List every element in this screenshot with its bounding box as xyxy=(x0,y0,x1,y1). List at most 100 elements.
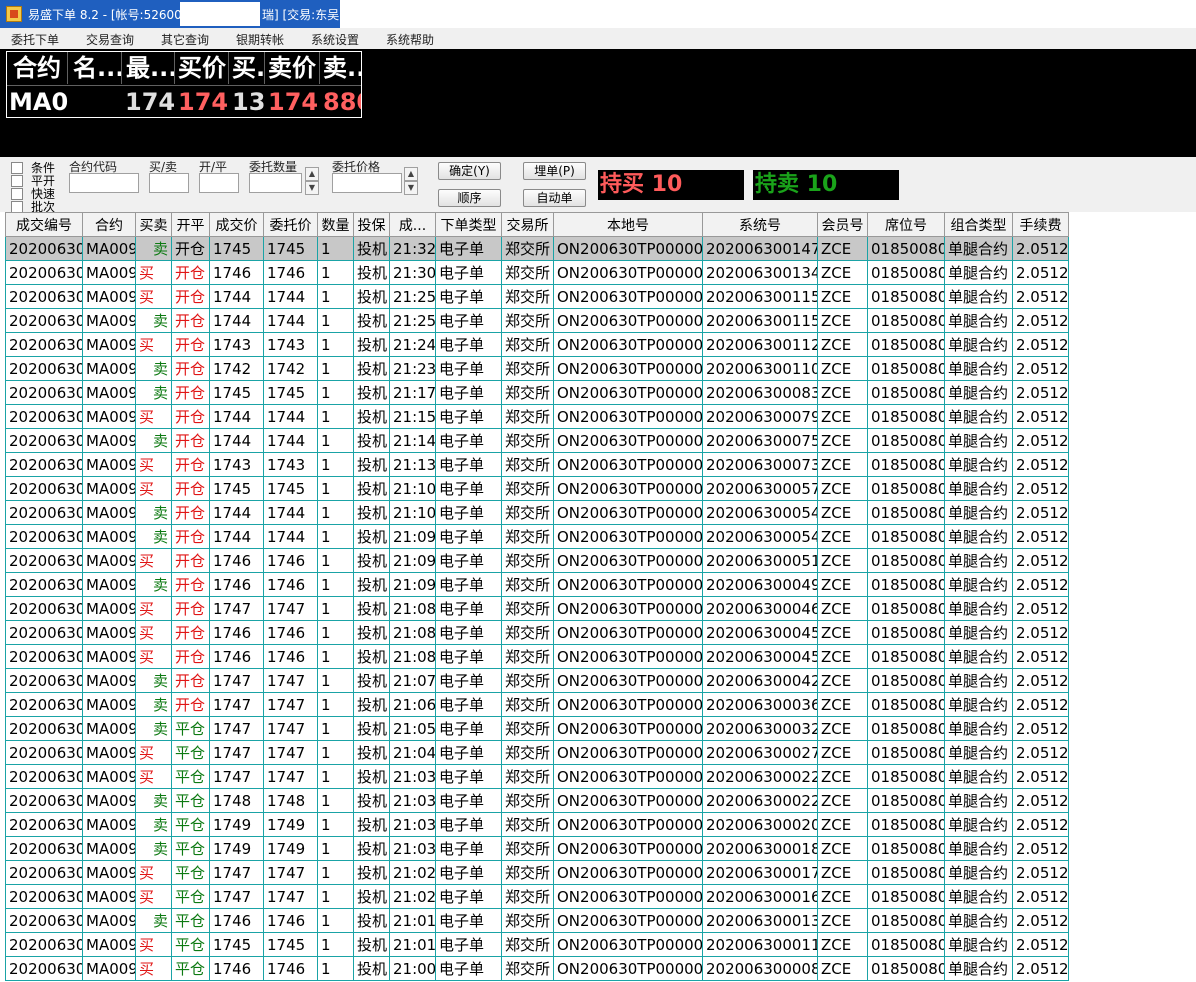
price-input[interactable] xyxy=(332,173,402,193)
table-row[interactable]: 20200630 MA009 卖开仓 1744 1744 1 投机 21:10 电子单 郑交所 ON… xyxy=(5,500,1069,525)
menu-bank-transfer[interactable]: 银期转帐 xyxy=(236,31,284,48)
table-row[interactable]: 20200630 MA009 卖平仓 1747 1747 1 投机 21:05 电子单 郑交所 ON… xyxy=(5,716,1069,741)
cell-qty: 1 xyxy=(317,884,354,909)
cell-time: 21:08 xyxy=(389,644,436,669)
column-header-offset[interactable]: 开平 xyxy=(171,212,210,237)
cell-time: 21:14 xyxy=(389,428,436,453)
sequence-button[interactable]: 顺序 xyxy=(438,189,501,207)
table-row[interactable]: 20200630 MA009 卖平仓 1748 1748 1 投机 21:03 电子单 郑交所 ON… xyxy=(5,788,1069,813)
table-row[interactable]: 20200630 MA009 买开仓 1746 1746 1 投机 21:08 电子单 郑交所 ON… xyxy=(5,620,1069,645)
menu-other-query[interactable]: 其它查询 xyxy=(161,31,209,48)
column-header-fee[interactable]: 手续费 xyxy=(1012,212,1069,237)
menu-settings[interactable]: 系统设置 xyxy=(311,31,359,48)
table-row[interactable]: 20200630 MA009 买平仓 1745 1745 1 投机 21:01 电子单 郑交所 ON… xyxy=(5,932,1069,957)
table-row[interactable]: 20200630 MA009 买平仓 1746 1746 1 投机 21:00 电子单 郑交所 ON… xyxy=(5,956,1069,981)
cell-trade-id: 20200630 xyxy=(5,284,83,309)
cell-trade-id: 20200630 xyxy=(5,692,83,717)
column-header-combo-type[interactable]: 组合类型 xyxy=(944,212,1013,237)
column-header-direction[interactable]: 买卖 xyxy=(135,212,172,237)
column-header-order-type[interactable]: 下单类型 xyxy=(435,212,502,237)
qty-down-icon[interactable]: ▼ xyxy=(305,181,319,195)
park-order-button[interactable]: 埋单(P) xyxy=(523,162,586,180)
menu-trade-query[interactable]: 交易查询 xyxy=(86,31,134,48)
cell-member-id: ZCE xyxy=(817,692,868,717)
column-header-exchange[interactable]: 交易所 xyxy=(501,212,554,237)
cell-direction: 卖 xyxy=(135,308,172,333)
table-row[interactable]: 20200630 MA009 买开仓 1745 1745 1 投机 21:10 电子单 郑交所 ON… xyxy=(5,476,1069,501)
cell-fill-price: 1744 xyxy=(209,404,264,429)
cell-exchange: 郑交所 xyxy=(501,380,554,405)
table-row[interactable]: 20200630 MA009 卖开仓 1745 1745 1 投机 21:17 电子单 郑交所 ON… xyxy=(5,380,1069,405)
cell-seat-id: 01850080 xyxy=(867,572,945,597)
qty-input[interactable] xyxy=(249,173,302,193)
cell-system-id: 202006300022 xyxy=(702,764,818,789)
contract-code-input[interactable] xyxy=(69,173,139,193)
cell-hedge: 投机 xyxy=(353,788,390,813)
column-header-member-id[interactable]: 会员号 xyxy=(817,212,868,237)
table-row[interactable]: 20200630 MA009 卖平仓 1749 1749 1 投机 21:03 电子单 郑交所 ON… xyxy=(5,836,1069,861)
table-row[interactable]: 20200630 MA009 买开仓 1746 1746 1 投机 21:30 电子单 郑交所 ON… xyxy=(5,260,1069,285)
table-row[interactable]: 20200630 MA009 买开仓 1747 1747 1 投机 21:08 电子单 郑交所 ON… xyxy=(5,596,1069,621)
cell-seat-id: 01850080 xyxy=(867,260,945,285)
checkbox-close-open[interactable]: 平开 xyxy=(11,172,55,188)
table-row[interactable]: 20200630 MA009 买开仓 1746 1746 1 投机 21:09 电子单 郑交所 ON… xyxy=(5,548,1069,573)
table-row[interactable]: 20200630 MA009 买开仓 1743 1743 1 投机 21:24 电子单 郑交所 ON… xyxy=(5,332,1069,357)
table-row[interactable]: 20200630 MA009 卖开仓 1742 1742 1 投机 21:23 电子单 郑交所 ON… xyxy=(5,356,1069,381)
cell-qty: 1 xyxy=(317,716,354,741)
trade-table[interactable]: 成交编号 合约 买卖 开平 成交价 委托价 数量 投保 成... 下单类型 交易所 本地号 系统号 会员号… xyxy=(5,212,1069,981)
cell-offset: 开仓 xyxy=(171,668,210,693)
menu-help[interactable]: 系统帮助 xyxy=(386,31,434,48)
cell-time: 21:06 xyxy=(389,692,436,717)
table-row[interactable]: 20200630 MA009 卖开仓 1744 1744 1 投机 21:25 电子单 郑交所 ON… xyxy=(5,308,1069,333)
table-row[interactable]: 20200630 MA009 卖开仓 1744 1744 1 投机 21:09 电子单 郑交所 ON… xyxy=(5,524,1069,549)
cell-member-id: ZCE xyxy=(817,764,868,789)
column-header-local-id[interactable]: 本地号 xyxy=(553,212,703,237)
table-row[interactable]: 20200630 MA009 卖开仓 1744 1744 1 投机 21:14 电子单 郑交所 ON… xyxy=(5,428,1069,453)
table-row[interactable]: 20200630 MA009 买平仓 1747 1747 1 投机 21:02 电子单 郑交所 ON… xyxy=(5,884,1069,909)
cell-exchange: 郑交所 xyxy=(501,692,554,717)
table-row[interactable]: 20200630 MA009 买开仓 1743 1743 1 投机 21:13 电子单 郑交所 ON… xyxy=(5,452,1069,477)
table-row[interactable]: 20200630 MA009 买开仓 1744 1744 1 投机 21:15 电子单 郑交所 ON… xyxy=(5,404,1069,429)
table-row[interactable]: 20200630 MA009 卖平仓 1746 1746 1 投机 21:01 电子单 郑交所 ON… xyxy=(5,908,1069,933)
column-header-trade-id[interactable]: 成交编号 xyxy=(5,212,83,237)
cell-member-id: ZCE xyxy=(817,644,868,669)
column-header-contract[interactable]: 合约 xyxy=(82,212,136,237)
cell-direction: 卖 xyxy=(135,236,172,261)
checkbox-conditional[interactable]: 条件 xyxy=(11,159,55,175)
checkbox-fast[interactable]: 快速 xyxy=(11,185,55,201)
table-row[interactable]: 20200630 MA009 卖平仓 1749 1749 1 投机 21:03 电子单 郑交所 ON… xyxy=(5,812,1069,837)
checkbox-batch[interactable]: 批次 xyxy=(11,198,55,214)
qty-up-icon[interactable]: ▲ xyxy=(305,167,319,181)
direction-input[interactable] xyxy=(149,173,189,193)
table-row[interactable]: 20200630 MA009 买平仓 1747 1747 1 投机 21:03 电子单 郑交所 ON… xyxy=(5,764,1069,789)
quote-table[interactable]: 合约 名... 最... 买价 买... 卖价 卖... MA0 1745 17… xyxy=(6,51,362,118)
table-row[interactable]: 20200630 MA009 卖开仓 1747 1747 1 投机 21:06 电子单 郑交所 ON… xyxy=(5,692,1069,717)
table-row[interactable]: 20200630 MA009 买平仓 1747 1747 1 投机 21:02 电子单 郑交所 ON… xyxy=(5,860,1069,885)
cell-combo-type: 单腿合约 xyxy=(944,572,1013,597)
table-row[interactable]: 20200630 MA009 买开仓 1744 1744 1 投机 21:25 电子单 郑交所 ON… xyxy=(5,284,1069,309)
auto-order-button[interactable]: 自动单 xyxy=(523,189,586,207)
column-header-fill-price[interactable]: 成交价 xyxy=(209,212,264,237)
price-down-icon[interactable]: ▼ xyxy=(404,181,418,195)
column-header-hedge[interactable]: 投保 xyxy=(353,212,390,237)
cell-fee: 2.0512 xyxy=(1012,716,1069,741)
table-row[interactable]: 20200630 MA009 卖开仓 1747 1747 1 投机 21:07 电子单 郑交所 ON… xyxy=(5,668,1069,693)
column-header-seat-id[interactable]: 席位号 xyxy=(867,212,945,237)
table-row[interactable]: 20200630 MA009 卖开仓 1746 1746 1 投机 21:09 电子单 郑交所 ON… xyxy=(5,572,1069,597)
cell-direction: 买 xyxy=(135,860,172,885)
table-row[interactable]: 20200630 MA009 卖开仓 1745 1745 1 投机 21:32 电子单 郑交所 ON… xyxy=(5,236,1069,261)
menu-order-entry[interactable]: 委托下单 xyxy=(11,31,59,48)
table-row[interactable]: 20200630 MA009 买平仓 1747 1747 1 投机 21:04 电子单 郑交所 ON… xyxy=(5,740,1069,765)
cell-direction: 买 xyxy=(135,548,172,573)
cell-trade-id: 20200630 xyxy=(5,668,83,693)
price-up-icon[interactable]: ▲ xyxy=(404,167,418,181)
table-row[interactable]: 20200630 MA009 买开仓 1746 1746 1 投机 21:08 电子单 郑交所 ON… xyxy=(5,644,1069,669)
confirm-button[interactable]: 确定(Y) xyxy=(438,162,501,180)
offset-input[interactable] xyxy=(199,173,239,193)
column-header-order-price[interactable]: 委托价 xyxy=(263,212,318,237)
column-header-time[interactable]: 成... xyxy=(389,212,436,237)
cell-hedge: 投机 xyxy=(353,548,390,573)
column-header-system-id[interactable]: 系统号 xyxy=(702,212,818,237)
column-header-qty[interactable]: 数量 xyxy=(317,212,354,237)
cell-fill-price: 1742 xyxy=(209,356,264,381)
